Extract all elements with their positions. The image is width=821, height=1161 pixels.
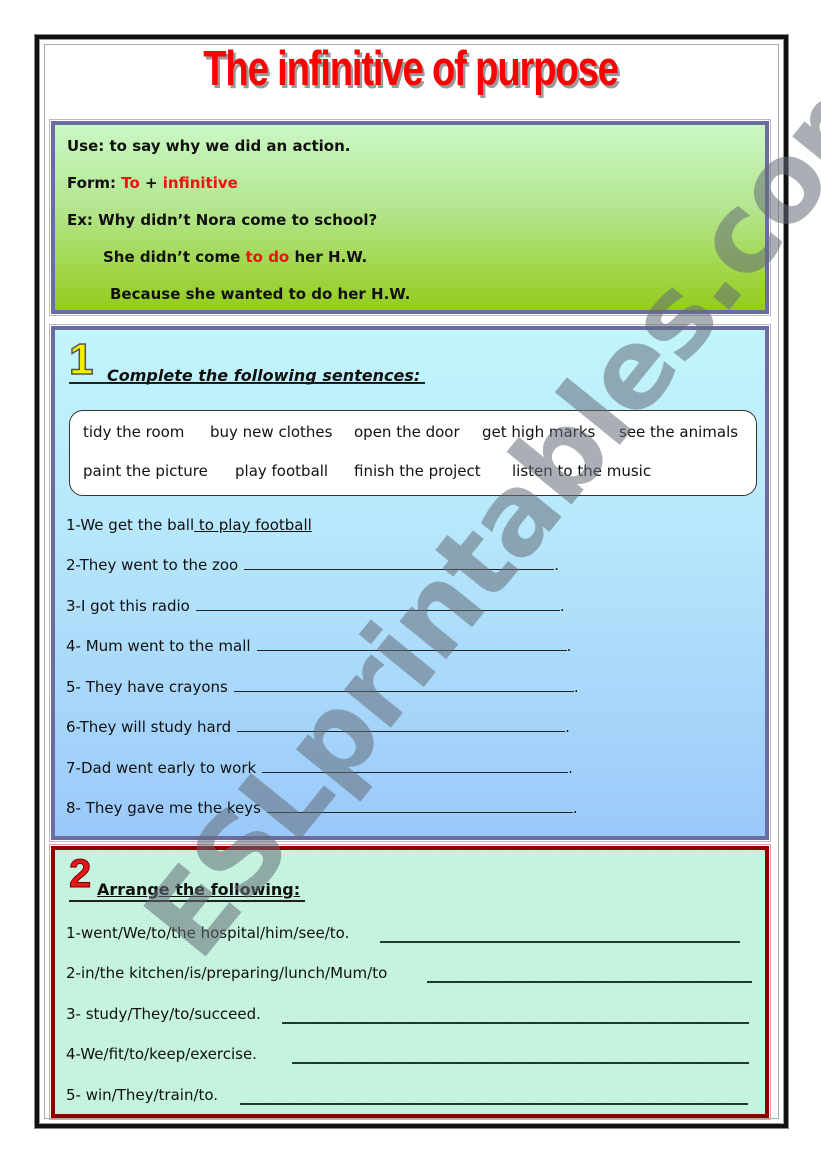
word-bank-item: tidy the room [83,423,185,441]
answer-blank[interactable] [240,1103,748,1105]
answer-blank[interactable] [256,650,567,651]
sentence-text: 8- They gave me the keys [66,799,261,817]
word-bank-item: get high marks [482,423,596,441]
example-answer: to play football [194,516,312,534]
answer-blank[interactable] [237,731,566,732]
sentence-text: 4- Mum went to the mall [66,637,251,655]
sentence-row: 8- They gave me the keys. [66,799,578,817]
sentence-row: 2-They went to the zoo. [66,556,559,574]
word-bank-item: buy new clothes [210,423,333,441]
sentence-row: 5- They have crayons. [66,678,579,696]
arrange-item: 2-in/the kitchen/is/preparing/lunch/Mum/… [66,964,388,982]
period: . [573,678,579,696]
answer-blank[interactable] [282,1022,749,1024]
sentence-row: 6-They will study hard. [66,718,570,736]
form-line: Form: To + infinitive [67,174,238,192]
period: . [559,597,565,615]
example-explanation: Because she wanted to do her H.W. [110,285,411,303]
example-label: Ex: [67,211,93,229]
sentence-text: 7-Dad went early to work [66,759,257,777]
example-answer-start: She didn’t come [103,248,246,266]
word-bank-item: listen to the music [512,462,652,480]
period: . [566,637,572,655]
word-bank-item: finish the project [354,462,481,480]
period: . [554,556,559,574]
example-question: Why didn’t Nora come to school? [92,211,378,229]
answer-blank[interactable] [266,812,573,813]
use-label: Use: [67,137,105,155]
number-two-icon: 2 [69,852,92,896]
exercise-2-box: 2 Arrange the following: 1-went/We/to/th… [49,844,771,1120]
period: . [568,759,573,777]
answer-blank[interactable] [233,691,574,692]
exercise-1-heading: Complete the following sentences: [107,366,421,385]
answer-blank[interactable] [380,941,740,943]
sentence-row: 4- Mum went to the mall. [66,637,571,655]
use-line: Use: to say why we did an action. [67,137,350,155]
sentence-text: 5- They have crayons [66,678,228,696]
word-bank-item: see the animals [619,423,739,441]
number-one-icon: 1 [68,335,94,384]
example-answer-highlight: to do [245,248,290,266]
answer-blank[interactable] [427,981,752,983]
sentence-text: 6-They will study hard [66,718,232,736]
arrange-item: 5- win/They/train/to. [66,1086,219,1104]
word-bank-item: paint the picture [83,462,208,480]
worksheet-title: The infinitive of purpose [203,42,619,96]
example-answer-line: She didn’t come to do her H.W. [103,248,367,266]
arrange-item: 3- study/They/to/succeed. [66,1005,261,1023]
sentence-text: 3-I got this radio [66,597,190,615]
answer-blank[interactable] [244,569,555,570]
sentence-row: 3-I got this radio. [66,597,565,615]
exercise-2-heading: Arrange the following: [97,880,301,899]
word-bank-item: play football [235,462,329,480]
period: . [572,799,578,817]
form-infinitive: infinitive [162,174,238,192]
period: . [565,718,570,736]
example-sentence: 1-We get the ball to play football [66,516,312,534]
word-bank: tidy the room buy new clothes open the d… [69,410,757,496]
use-text: to say why we did an action. [104,137,351,155]
arrange-item: 4-We/fit/to/keep/exercise. [66,1045,257,1063]
word-bank-item: open the door [354,423,460,441]
form-to: To [121,174,140,192]
arrange-item: 1-went/We/to/the hospital/him/see/to. [66,924,350,942]
example-question-line: Ex: Why didn’t Nora come to school? [67,211,377,229]
sentence-text: 2-They went to the zoo [66,556,239,574]
answer-blank[interactable] [292,1062,749,1064]
sentence-row: 7-Dad went early to work. [66,759,573,777]
example-answer-end: her H.W. [289,248,368,266]
grammar-box: Use: to say why we did an action. Form: … [49,119,771,316]
heading-underline [69,900,305,902]
answer-blank[interactable] [262,772,569,773]
sentence-text: 1-We get the ball [66,516,195,534]
form-label: Form: [67,174,116,192]
form-plus: + [139,174,163,192]
answer-blank[interactable] [195,610,560,611]
exercise-1-box: 1 Complete the following sentences: tidy… [49,324,771,842]
